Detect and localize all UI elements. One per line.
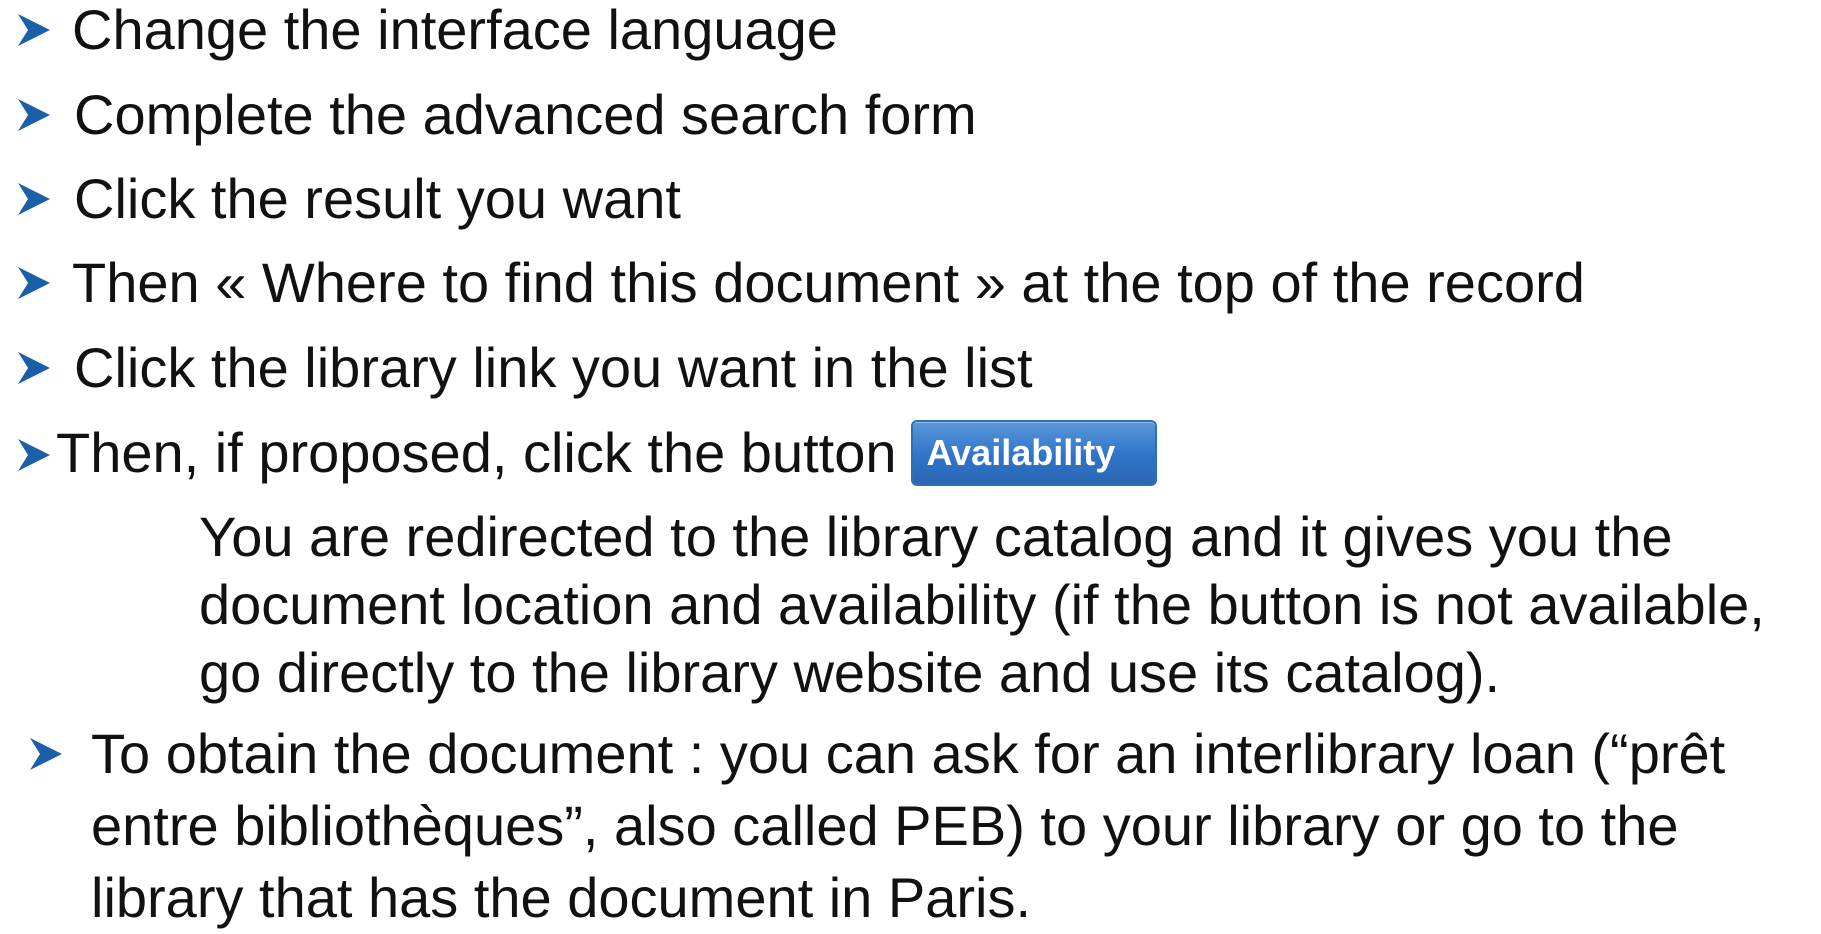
bullet-text: Click the library link you want in the l…	[74, 336, 1033, 399]
bullet-line: To obtain the document : you can ask for…	[91, 722, 1726, 785]
bullet-text: Complete the advanced search form	[74, 83, 977, 146]
note-line: You are redirected to the library catalo…	[199, 505, 1673, 568]
bullet-text-block: To obtain the document : you can ask for…	[91, 718, 1725, 934]
arrow-bullet-icon	[14, 263, 54, 303]
arrow-bullet-icon	[14, 10, 54, 50]
arrow-bullet-icon	[14, 348, 54, 388]
bullet-item: Then, if proposed, click the button Avail…	[0, 420, 1821, 493]
bullet-item: Then « Where to find this document » at …	[0, 251, 1821, 315]
bullet-item: Click the result you want	[0, 167, 1821, 231]
bullet-text: Change the interface language	[72, 0, 838, 61]
bullet-row: Then, if proposed, click the button Avail…	[56, 420, 1158, 490]
bullet-item: Complete the advanced search form	[0, 83, 1821, 147]
arrow-bullet-icon	[26, 734, 66, 774]
bullet-line: library that has the document in Paris.	[91, 866, 1032, 929]
note-paragraph: You are redirected to the library catalo…	[199, 503, 1765, 707]
bullet-text: Click the result you want	[74, 167, 681, 230]
arrow-bullet-icon	[14, 179, 54, 219]
bullet-item: Change the interface language	[0, 0, 1821, 62]
availability-button[interactable]: Availability	[910, 420, 1158, 487]
bullet-item: To obtain the document : you can ask for…	[0, 718, 1821, 929]
arrow-bullet-icon	[14, 95, 54, 135]
note-line: document location and availability (if t…	[199, 573, 1765, 636]
bullet-text: Then, if proposed, click the button	[56, 421, 897, 484]
note-line: go directly to the library website and u…	[199, 641, 1501, 704]
bullet-item: Click the library link you want in the l…	[0, 336, 1821, 400]
arrow-bullet-icon	[14, 435, 54, 475]
bullet-text: Then « Where to find this document » at …	[72, 251, 1585, 314]
bullet-line: entre bibliothèques”, also called PEB) t…	[91, 794, 1679, 857]
